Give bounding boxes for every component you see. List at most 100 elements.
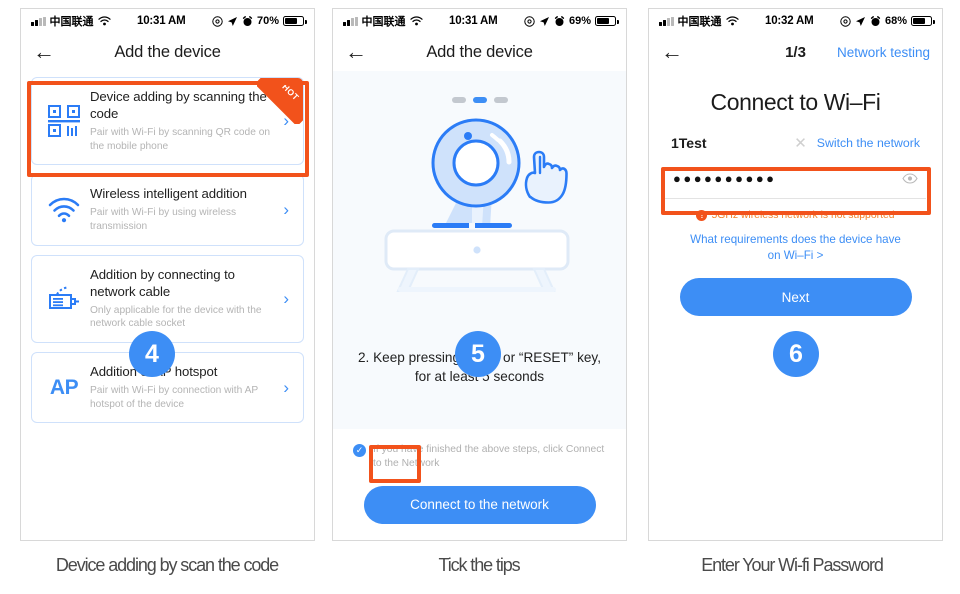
list-item-text: Wireless intelligent addition Pair with …: [90, 186, 283, 233]
at-circle-icon: [840, 15, 851, 27]
ap-label: AP: [49, 375, 79, 399]
switch-network-link[interactable]: Switch the network: [817, 136, 920, 150]
connect-to-network-button[interactable]: Connect to the network: [363, 485, 596, 524]
battery-percent: 70%: [256, 15, 279, 27]
at-circle-icon: [212, 15, 223, 27]
confirm-steps-checkbox-row[interactable]: ✓ If you have finished the above steps, …: [347, 437, 612, 472]
status-right: 70%: [212, 15, 307, 27]
warning-text: 5GHz wireless network is not supported: [711, 210, 895, 221]
hot-badge: HOT: [257, 78, 303, 124]
screenshot-root: 中国联通 10:31 AM 70% ← Add the device Devic…: [0, 0, 960, 594]
ssid-row: 1Test ✕ Switch the network: [665, 134, 926, 159]
panel2-footer: ✓ If you have finished the above steps, …: [333, 429, 626, 524]
ap-text-icon: AP: [38, 376, 90, 400]
phone-screen-1: 中国联通 10:31 AM 70% ← Add the device Devic…: [20, 8, 315, 541]
chevron-right-icon: ›: [283, 377, 289, 397]
status-time: 10:31 AM: [449, 15, 498, 27]
wifi-status-icon: [725, 16, 739, 26]
battery-icon: [283, 16, 307, 26]
hot-badge-label: HOT: [279, 81, 301, 103]
signal-bars-icon: [343, 16, 358, 26]
list-item-network-cable[interactable]: Addition by connecting to network cable …: [31, 254, 304, 344]
password-input[interactable]: ●●●●●●●●●●: [673, 171, 902, 186]
chevron-right-icon: ›: [283, 288, 289, 308]
signal-bars-icon: [31, 16, 46, 26]
nav-bar-1: ← Add the device: [21, 33, 314, 71]
status-left: 中国联通: [659, 13, 739, 29]
list-item-subtitle: Pair with Wi-Fi by connection with AP ho…: [90, 384, 258, 410]
list-item-title: Addition of AP hotspot: [90, 364, 218, 380]
pager-dot[interactable]: [451, 97, 466, 103]
carrier-label: 中国联通: [49, 16, 94, 28]
list-item-subtitle: Pair with Wi-Fi by scanning QR code on t…: [90, 126, 271, 152]
location-arrow-icon: [855, 16, 865, 26]
list-item-text: Addition of AP hotspot Pair with Wi-Fi b…: [90, 364, 283, 411]
location-arrow-icon: [227, 16, 237, 26]
close-x-icon[interactable]: ✕: [794, 134, 817, 152]
wifi-status-icon: [97, 16, 111, 26]
caption-3: Enter Your Wi-fi Password: [701, 555, 884, 575]
battery-icon: [595, 16, 619, 26]
carrier-label: 中国联通: [361, 16, 406, 28]
list-item-title: Addition by connecting to network cable: [90, 266, 235, 299]
battery-percent: 68%: [884, 15, 907, 27]
pager-dot-active[interactable]: [472, 97, 487, 103]
phone-screen-3: 中国联通 10:32 AM 68% ← 1/3 Network testing …: [648, 8, 943, 541]
list-item-title: Wireless intelligent addition: [90, 186, 247, 202]
exclamation-circle-icon: !: [696, 210, 708, 221]
pager-dot[interactable]: [493, 97, 508, 103]
list-item-wireless[interactable]: Wireless intelligent addition Pair with …: [31, 174, 304, 246]
ssid-name: 1Test: [671, 135, 707, 151]
signal-bars-icon: [659, 16, 674, 26]
password-input-row[interactable]: ●●●●●●●●●●: [665, 159, 926, 199]
pager-dots[interactable]: [451, 97, 508, 103]
location-arrow-icon: [539, 16, 549, 26]
carrier-label: 中国联通: [677, 16, 722, 28]
list-item-text: Addition by connecting to network cable …: [90, 267, 283, 331]
warning-row: ! 5GHz wireless network is not supported: [665, 210, 926, 221]
alarm-clock-icon: [870, 15, 881, 26]
status-left: 中国联通: [31, 13, 111, 29]
wifi-status-icon: [409, 16, 423, 26]
status-time: 10:32 AM: [765, 15, 814, 27]
wifi-icon: [38, 197, 90, 223]
ethernet-cable-icon: [38, 285, 90, 313]
step-badge-6: 6: [773, 331, 819, 377]
list-item-scan-qr[interactable]: Device adding by scanning the code Pair …: [31, 77, 304, 166]
next-button[interactable]: Next: [679, 278, 912, 317]
status-bar: 中国联通 10:31 AM: [21, 9, 314, 33]
chevron-right-icon: ›: [283, 200, 289, 220]
nav-bar-2: ← Add the device: [333, 33, 626, 71]
qr-code-icon: [38, 104, 90, 138]
check-icon[interactable]: ✓: [353, 444, 366, 457]
list-item-subtitle: Only applicable for the device with the …: [90, 304, 262, 330]
network-testing-link[interactable]: Network testing: [837, 45, 930, 60]
list-item-text: Device adding by scanning the code Pair …: [90, 89, 283, 153]
alarm-clock-icon: [554, 15, 565, 26]
page-heading-3: Connect to Wi–Fi: [710, 89, 881, 115]
step-badge-5: 5: [455, 331, 501, 377]
page-title-1: Add the device: [114, 42, 221, 61]
status-bar: 中国联通 10:32 AM 68%: [649, 9, 942, 33]
step-badge-4: 4: [129, 331, 175, 377]
eye-icon[interactable]: [902, 173, 918, 184]
page-title-2: Add the device: [426, 42, 533, 61]
status-right: 69%: [524, 15, 619, 27]
wifi-requirements-link[interactable]: What requirements does the device have o…: [665, 232, 926, 264]
status-bar: 中国联通 10:31 AM: [333, 9, 626, 33]
caption-2: Tick the tips: [438, 555, 520, 575]
confirm-steps-label: If you have finished the above steps, cl…: [373, 444, 605, 470]
status-left: 中国联通: [343, 13, 423, 29]
phone-screen-2: 中国联通 10:31 AM 69% ← Add the device 2. Ke…: [332, 8, 627, 541]
list-item-subtitle: Pair with Wi-Fi by using wireless transm…: [90, 207, 237, 232]
status-time: 10:31 AM: [137, 15, 186, 27]
list-item-title: Device adding by scanning the code: [90, 89, 267, 121]
password-field-wrapper: ●●●●●●●●●●: [665, 159, 926, 199]
battery-icon: [911, 16, 935, 26]
camera-on-stand-with-pointing-hand-icon: [372, 109, 587, 299]
battery-percent: 69%: [568, 15, 591, 27]
nav-bar-3: ← 1/3 Network testing: [649, 33, 942, 71]
alarm-clock-icon: [242, 15, 253, 26]
wifi-connect-form: Connect to Wi–Fi 1Test ✕ Switch the netw…: [649, 71, 942, 317]
caption-1: Device adding by scan the code: [55, 555, 279, 575]
